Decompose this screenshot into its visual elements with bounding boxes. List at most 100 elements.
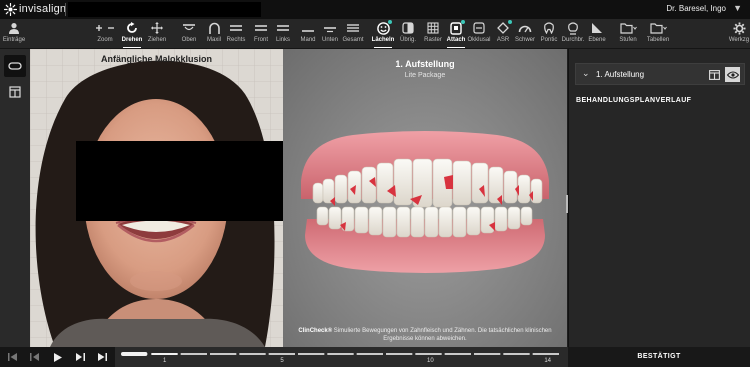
playback-bar: 1 5 10 14 — [0, 347, 568, 367]
disclaimer-brand: ClinCheck® — [298, 328, 333, 334]
stage-timeline[interactable]: 1 5 10 14 — [115, 347, 568, 367]
lower-tooth — [507, 206, 521, 230]
user-name[interactable]: Dr. Baresel, Ingo — [666, 4, 726, 13]
upper-tooth — [517, 174, 531, 204]
toolbar-ebene-button[interactable]: Ebene — [586, 19, 608, 49]
toolbar-stufen-label: Stufen — [619, 37, 637, 43]
toolbar-laecheln-button[interactable]: Lächeln — [372, 19, 394, 49]
lower-tooth — [424, 206, 439, 238]
eye-icon[interactable] — [725, 67, 740, 82]
play-icon[interactable] — [52, 351, 64, 363]
clincheck-3d-view[interactable]: 1. Aufstellung Lite Package ClinCheck® S… — [283, 49, 567, 347]
stage-card[interactable]: ⌄ 1. Aufstellung — [575, 63, 745, 85]
timeline-stage-2[interactable] — [180, 353, 207, 355]
clincheck-disclaimer: ClinCheck® Simulierte Bewegungen von Zah… — [293, 327, 557, 343]
toolbar-tabellen-label: Tabellen — [646, 37, 670, 43]
toolbar-werkzg-button[interactable]: Werkzg — [728, 19, 750, 49]
layout-icon — [9, 86, 21, 98]
skip-end-icon[interactable] — [96, 351, 108, 363]
toolbar-durchbr-button[interactable]: Durchbr. — [562, 19, 584, 49]
toolbar-rechts-button[interactable]: Rechts — [225, 19, 247, 49]
timeline-stage-5[interactable] — [268, 353, 295, 355]
arch-icon — [203, 21, 225, 35]
toolbar-asr-button[interactable]: ASR — [492, 19, 514, 49]
timeline-stage-1[interactable] — [151, 353, 178, 355]
upper-tooth — [334, 174, 348, 204]
timeline-stage-6[interactable] — [298, 353, 325, 355]
chevron-down-icon[interactable]: ⌄ — [582, 68, 590, 79]
toolbar-okklusal-button[interactable]: Okklusal — [467, 19, 491, 49]
toolbar-pontic-button[interactable]: Pontic — [538, 19, 560, 49]
step-back-icon[interactable] — [28, 351, 40, 363]
lower-tooth — [368, 206, 383, 236]
toolbar-oben-button[interactable]: Oben — [178, 19, 200, 49]
toolbar-links-button[interactable]: Links — [272, 19, 294, 49]
timeline-stage-8[interactable] — [356, 353, 383, 355]
treatment-plan-sidebar: ⌄ 1. Aufstellung BEHANDLUNGSPLANVERLAUF — [568, 49, 750, 347]
pontic-icon — [538, 21, 560, 35]
active-indicator-dot — [461, 20, 465, 24]
user-menu-chevron-icon[interactable]: ▼ — [733, 3, 742, 13]
upper-tooth — [312, 182, 324, 204]
lower-tooth — [480, 206, 495, 234]
toolbar-unten-button[interactable]: Unten — [319, 19, 341, 49]
photo-title: Anfängliche Malokklusion — [100, 54, 212, 64]
timeline-stage-0[interactable] — [121, 352, 148, 356]
active-indicator-dot — [508, 20, 512, 24]
timeline-stage-10[interactable] — [415, 353, 442, 355]
timeline-stage-3[interactable] — [210, 353, 237, 355]
timeline-stage-4[interactable] — [239, 353, 266, 355]
timeline-stage-12[interactable] — [474, 353, 501, 355]
timeline-stage-13[interactable] — [503, 353, 530, 355]
gear-icon — [728, 21, 750, 35]
toolbar-tabellen-button[interactable]: Tabellen — [647, 19, 669, 49]
timeline-stage-14[interactable] — [532, 353, 559, 355]
toolbar-stufen-button[interactable]: Stufen — [617, 19, 639, 49]
toolbar-gesamt-button[interactable]: Gesamt — [342, 19, 364, 49]
compare-view-icon[interactable] — [707, 67, 722, 82]
rotate-icon — [121, 21, 143, 35]
plane-icon — [586, 21, 608, 35]
gauge-icon — [514, 21, 536, 35]
toolbar-ziehen-label: Ziehen — [147, 37, 167, 43]
lower-tooth — [316, 206, 329, 226]
lower-tooth — [520, 206, 533, 226]
toolbar-uebrig-button[interactable]: Übrig. — [397, 19, 419, 49]
lower-tooth — [396, 206, 411, 238]
folder-icon — [647, 21, 669, 35]
upper-tooth — [503, 170, 518, 204]
timeline-stage-7[interactable] — [327, 353, 354, 355]
toolbar-schwer-button[interactable]: Schwer — [514, 19, 536, 49]
left-tool-strip — [0, 49, 30, 347]
toolbar-zoom-button[interactable]: Zoom — [92, 19, 118, 49]
timeline-tick-label: 10 — [427, 358, 434, 364]
layout-toggle-button[interactable] — [4, 81, 26, 103]
timeline-stage-9[interactable] — [386, 353, 413, 355]
lower-tooth — [438, 206, 453, 238]
timeline-stage-11[interactable] — [444, 353, 471, 355]
toolbar-drehen-button[interactable]: Drehen — [121, 19, 143, 49]
skip-start-icon[interactable] — [6, 351, 18, 363]
upper-tooth — [376, 162, 394, 204]
confirmed-status: BESTÄTIGT — [568, 347, 750, 367]
face-redaction-box — [76, 141, 283, 221]
view-bottom-icon — [319, 21, 341, 35]
patient-name-redacted — [68, 2, 261, 17]
toolbar-mand-button[interactable]: Mand — [297, 19, 319, 49]
aligner-view-button[interactable] — [4, 55, 26, 77]
toolbar-raster-button[interactable]: Raster — [422, 19, 444, 49]
toolbar-maxil-button[interactable]: Maxil — [203, 19, 225, 49]
patient-photo-panel: Anfängliche Malokklusion — [30, 49, 283, 347]
timeline-track[interactable] — [115, 347, 568, 367]
toolbar-ziehen-button[interactable]: Ziehen — [146, 19, 168, 49]
step-forward-icon[interactable] — [74, 351, 86, 363]
toolbar-ebene-label: Ebene — [588, 37, 606, 43]
toolbar-gesamt-label: Gesamt — [342, 37, 364, 43]
brand-name: invisalign — [19, 3, 67, 15]
toolbar-attach-button[interactable]: Attach — [445, 19, 467, 49]
toolbar-eintraege-button[interactable]: Einträge — [3, 19, 25, 49]
lower-tooth — [466, 206, 481, 236]
view-right-icon — [225, 21, 247, 35]
toolbar-front-button[interactable]: Front — [250, 19, 272, 49]
dental-3d-model[interactable] — [283, 49, 567, 347]
